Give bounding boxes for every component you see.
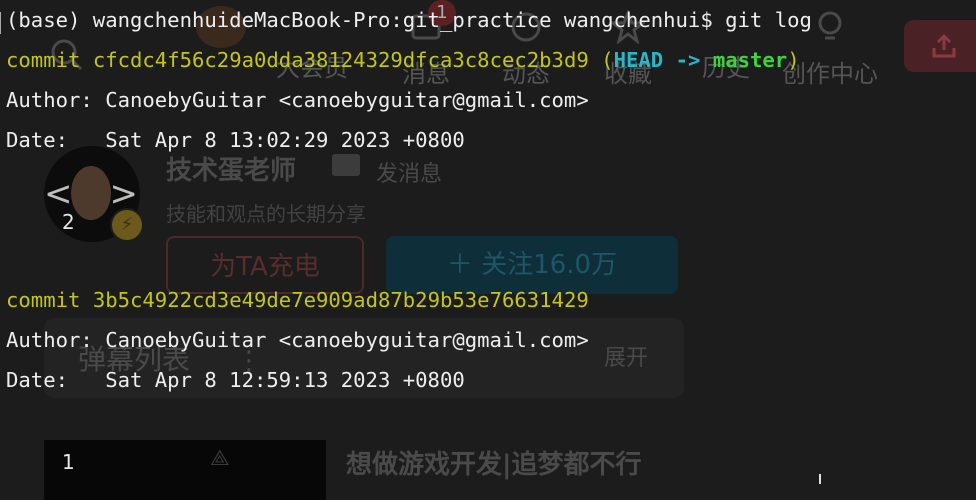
window-edge xyxy=(0,12,5,34)
date-line: Date: Sat Apr 8 13:02:29 2023 +0800 xyxy=(6,128,465,152)
ref-head: HEAD xyxy=(613,48,664,72)
text-cursor xyxy=(819,474,821,484)
ref-arrow: -> xyxy=(675,48,701,72)
ref-branch: master xyxy=(712,48,788,72)
ref-open: ( xyxy=(601,48,614,72)
date-line: Date: Sat Apr 8 12:59:13 2023 +0800 xyxy=(6,368,465,392)
commit-line: commit cfcdc4f56c29a0dda38124329dfca3c8c… xyxy=(6,48,800,72)
commit-label: commit xyxy=(6,288,81,312)
commit-label: commit xyxy=(6,48,81,72)
prompt-line: (base) wangchenhuideMacBook-Pro:git_prac… xyxy=(6,8,812,32)
terminal-window[interactable]: (base) wangchenhuideMacBook-Pro:git_prac… xyxy=(0,0,976,484)
author-line: Author: CanoebyGuitar <canoebyguitar@gma… xyxy=(6,88,589,112)
ref-close: ) xyxy=(787,48,800,72)
commit-line: commit 3b5c4922cd3e49de7e909ad87b29b53e7… xyxy=(6,288,589,312)
commit-hash: cfcdc4f56c29a0dda38124329dfca3c8cec2b3d9 xyxy=(92,48,589,72)
commit-hash: 3b5c4922cd3e49de7e909ad87b29b53e76631429 xyxy=(92,288,589,312)
author-line: Author: CanoebyGuitar <canoebyguitar@gma… xyxy=(6,328,589,352)
